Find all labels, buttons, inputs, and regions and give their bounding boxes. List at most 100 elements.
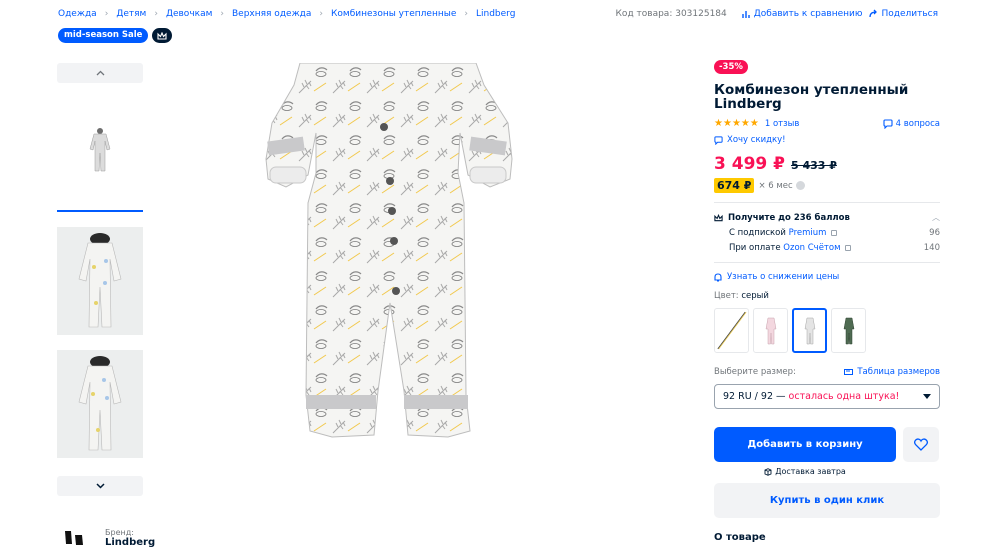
premium-link[interactable]: Premium bbox=[789, 228, 827, 238]
main-product-image[interactable] bbox=[262, 62, 518, 445]
breadcrumb: Одежда › Детям › Девочкам › Верхняя одежда ›… bbox=[58, 9, 515, 19]
color-swatch-green[interactable] bbox=[831, 308, 866, 353]
color-label-prefix: Цвет: bbox=[714, 291, 739, 301]
jumpsuit-thumbnail-image bbox=[78, 233, 122, 328]
size-table-link[interactable]: Таблица размеров bbox=[844, 367, 940, 377]
delivery-info: Доставка завтра bbox=[714, 467, 896, 476]
points-heading: Получите до 236 баллов bbox=[728, 212, 850, 223]
discount-badge: -35% bbox=[714, 60, 748, 74]
breadcrumb-separator-icon: › bbox=[104, 9, 109, 19]
gallery-up-button[interactable] bbox=[57, 63, 143, 83]
old-price: 5 433 ₽ bbox=[790, 159, 837, 172]
star-icon: ★ bbox=[740, 118, 750, 129]
star-icon: ★ bbox=[749, 118, 759, 129]
stock-warning: осталась одна штука! bbox=[788, 391, 900, 402]
color-swatch-unavailable[interactable] bbox=[714, 308, 749, 353]
lock-icon bbox=[845, 244, 852, 251]
product-code: Код товара: 303125184 bbox=[615, 9, 727, 19]
brand-label: Бренд: bbox=[105, 528, 134, 537]
star-icon: ★ bbox=[722, 118, 732, 129]
brand-link[interactable]: Бренд: Lindberg bbox=[62, 527, 155, 549]
reviews-link[interactable]: 1 отзыв bbox=[765, 119, 800, 129]
ruler-icon bbox=[844, 369, 854, 375]
account-prefix: При оплате bbox=[729, 243, 781, 253]
sale-badge[interactable]: mid-season Sale bbox=[58, 28, 149, 43]
color-value: серый bbox=[741, 291, 769, 301]
gallery-down-button[interactable] bbox=[57, 476, 143, 496]
info-icon[interactable] bbox=[795, 181, 805, 190]
favorite-button[interactable] bbox=[903, 427, 939, 462]
breadcrumb-item[interactable]: Одежда bbox=[58, 9, 97, 19]
jumpsuit-swatch-image bbox=[843, 317, 854, 344]
jumpsuit-thumbnail-image bbox=[89, 128, 111, 172]
add-to-cart-button[interactable]: Добавить в корзину bbox=[714, 427, 896, 462]
installment-row[interactable]: 674 ₽ × 6 мес bbox=[714, 178, 940, 193]
unavailable-slash-icon bbox=[717, 311, 747, 350]
size-header: Выберите размер: Таблица размеров bbox=[714, 367, 940, 377]
color-swatch-grey[interactable] bbox=[792, 308, 827, 353]
breadcrumb-separator-icon: › bbox=[464, 9, 468, 19]
color-swatch-pink[interactable] bbox=[753, 308, 788, 353]
premium-badge[interactable] bbox=[152, 28, 173, 43]
breadcrumb-separator-icon: › bbox=[154, 9, 158, 19]
points-account-row: При оплате Ozon Счётом 140 bbox=[714, 243, 940, 253]
lock-icon bbox=[831, 229, 838, 236]
promo-badges: mid-season Sale bbox=[58, 28, 173, 43]
about-section-title: О товаре bbox=[714, 532, 766, 543]
chevron-down-icon bbox=[95, 483, 105, 489]
thumbnail-2[interactable] bbox=[57, 227, 143, 335]
breadcrumb-separator-icon: › bbox=[319, 9, 324, 19]
questions-link[interactable]: 4 вопроса bbox=[883, 119, 940, 129]
delivery-label: Доставка завтра bbox=[775, 467, 846, 476]
rating-stars[interactable]: ★ ★ ★ ★ ★ 1 отзыв bbox=[714, 118, 799, 129]
want-discount-link[interactable]: Хочу скидку! bbox=[714, 135, 940, 145]
size-selected: 92 RU / 92 — bbox=[723, 391, 786, 402]
star-icon: ★ bbox=[731, 118, 741, 129]
price-drop-notify-link[interactable]: Узнать о снижении цены bbox=[714, 272, 940, 282]
account-points: 140 bbox=[923, 243, 940, 253]
brand-text: Бренд: Lindberg bbox=[105, 528, 155, 548]
size-select[interactable]: 92 RU / 92 — осталась одна штука! bbox=[714, 384, 940, 409]
chat-bubble-icon bbox=[883, 118, 893, 129]
crown-icon bbox=[714, 213, 723, 221]
color-swatches bbox=[714, 308, 940, 353]
thumbnail-1[interactable] bbox=[57, 90, 143, 212]
chevron-up-icon: ︿ bbox=[932, 213, 940, 222]
compare-button[interactable]: Добавить к сравнению bbox=[741, 9, 863, 19]
jumpsuit-thumbnail-image bbox=[78, 356, 122, 451]
bell-icon bbox=[714, 272, 722, 282]
star-icon: ★ bbox=[714, 118, 723, 129]
share-button[interactable]: Поделиться bbox=[868, 9, 938, 19]
dropdown-caret-icon bbox=[923, 394, 931, 399]
points-premium-row: С подпиской Premium 96 bbox=[714, 228, 940, 238]
breadcrumb-item[interactable]: Девочкам bbox=[166, 9, 212, 19]
thumbnail-3[interactable] bbox=[57, 350, 143, 458]
breadcrumb-item[interactable]: Комбинезоны утепленные bbox=[331, 9, 456, 19]
jumpsuit-swatch-image bbox=[804, 317, 815, 344]
premium-points: 96 bbox=[929, 228, 940, 238]
heart-icon bbox=[914, 438, 928, 451]
lindberg-logo-icon bbox=[65, 531, 83, 545]
compare-label: Добавить к сравнению bbox=[753, 9, 863, 19]
ozon-account-link[interactable]: Ozon Счётом bbox=[783, 243, 840, 253]
thumbnail-gallery bbox=[57, 63, 143, 496]
size-label: Выберите размер: bbox=[714, 367, 796, 377]
product-info-panel: -35% Комбинезон утепленный Lindberg ★ ★ … bbox=[714, 54, 940, 543]
box-icon bbox=[764, 467, 772, 476]
notify-label: Узнать о снижении цены bbox=[727, 272, 840, 282]
size-table-label: Таблица размеров bbox=[857, 367, 940, 377]
brand-name: Lindberg bbox=[105, 537, 156, 548]
share-label: Поделиться bbox=[881, 9, 938, 19]
header-actions: Код товара: 303125184 Добавить к сравнен… bbox=[616, 9, 938, 19]
breadcrumb-item[interactable]: Детям bbox=[116, 9, 146, 19]
breadcrumb-item[interactable]: Lindberg bbox=[476, 9, 515, 19]
brand-logo bbox=[62, 527, 86, 549]
product-title: Комбинезон утепленный Lindberg bbox=[714, 82, 909, 112]
breadcrumb-separator-icon: › bbox=[220, 9, 224, 19]
points-header[interactable]: Получите до 236 баллов ︿ bbox=[714, 212, 940, 223]
buy-one-click-button[interactable]: Купить в один клик bbox=[714, 483, 940, 518]
jumpsuit-image bbox=[265, 62, 513, 438]
want-discount-label: Хочу скидку! bbox=[727, 135, 786, 145]
breadcrumb-item[interactable]: Верхняя одежда bbox=[232, 9, 311, 19]
jumpsuit-swatch-image bbox=[765, 317, 776, 344]
